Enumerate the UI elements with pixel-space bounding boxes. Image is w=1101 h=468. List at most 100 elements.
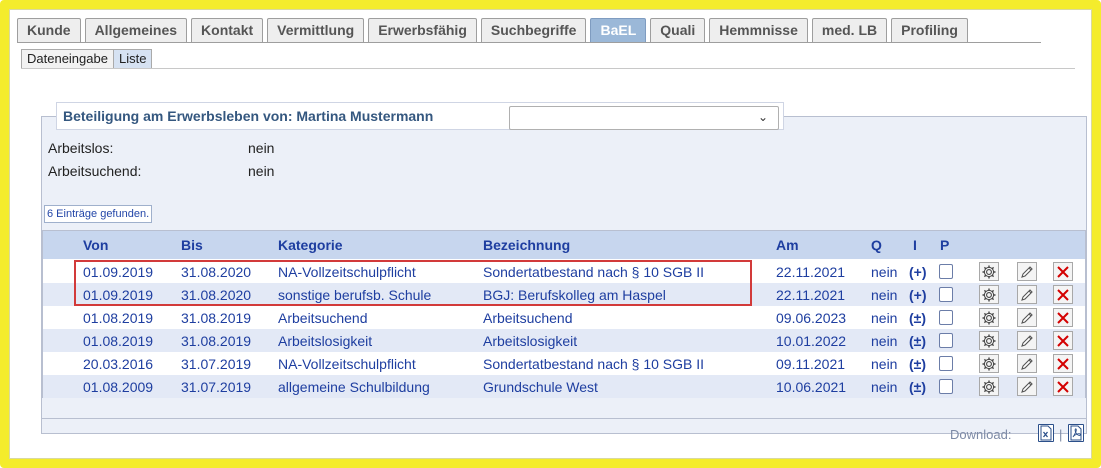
p-checkbox[interactable]: [939, 264, 953, 279]
cell-q: nein: [871, 310, 898, 326]
pencil-icon[interactable]: [1017, 377, 1037, 396]
cell-am: 22.11.2021: [776, 264, 846, 280]
download-label: Download:: [950, 427, 1011, 442]
tab-suchbegriffe[interactable]: Suchbegriffe: [480, 18, 587, 42]
col-am[interactable]: Am: [776, 237, 799, 253]
cell-von: 01.09.2019: [83, 264, 154, 280]
arbeitsuchend-label: Arbeitsuchend:: [48, 163, 142, 179]
cell-kategorie: sonstige berufsb. Schule: [278, 287, 432, 303]
col-bezeichnung[interactable]: Bezeichnung: [483, 237, 570, 253]
cell-i[interactable]: (+): [909, 264, 927, 280]
delete-icon[interactable]: [1053, 262, 1073, 281]
table-header: Von Bis Kategorie Bezeichnung Am Q I P: [43, 231, 1085, 259]
pencil-icon[interactable]: [1017, 331, 1037, 350]
cell-q: nein: [871, 379, 898, 395]
cell-bezeichnung: Arbeitslosigkeit: [483, 333, 578, 349]
cell-bis: 31.08.2019: [181, 310, 252, 326]
cell-am: 09.11.2021: [776, 356, 846, 372]
cell-i[interactable]: (±): [909, 356, 926, 372]
cell-kategorie: NA-Vollzeitschulpflicht: [278, 264, 416, 280]
col-i: I: [913, 237, 917, 253]
main-tabs: Kunde Allgemeines Kontakt Vermittlung Er…: [17, 18, 968, 42]
delete-icon[interactable]: [1053, 285, 1073, 304]
cell-bis: 31.08.2020: [181, 287, 252, 303]
subtabs-divider: [21, 68, 1075, 69]
panel-legend: Beteiligung am Erwerbsleben von: Martina…: [56, 102, 784, 130]
pencil-icon[interactable]: [1017, 285, 1037, 304]
cell-von: 01.08.2019: [83, 333, 154, 349]
pencil-icon[interactable]: [1017, 354, 1037, 373]
cell-i[interactable]: (+): [909, 287, 927, 303]
cell-am: 09.06.2023: [776, 310, 847, 326]
gear-icon[interactable]: [979, 331, 999, 350]
pencil-icon[interactable]: [1017, 262, 1037, 281]
excel-icon[interactable]: [1038, 424, 1054, 442]
delete-icon[interactable]: [1053, 354, 1073, 373]
footer-divider: [41, 418, 1087, 419]
cell-bis: 31.07.2019: [181, 356, 252, 372]
subtab-dateneingabe[interactable]: Dateneingabe: [21, 49, 114, 69]
cell-q: nein: [871, 264, 898, 280]
p-checkbox[interactable]: [939, 310, 953, 325]
cell-von: 01.09.2019: [83, 287, 154, 303]
cell-i[interactable]: (±): [909, 310, 926, 326]
cell-bis: 31.08.2020: [181, 264, 252, 280]
gear-icon[interactable]: [979, 377, 999, 396]
sub-tabs: Dateneingabe Liste: [21, 49, 153, 69]
table-row[interactable]: 01.08.2019 31.08.2019 Arbeitsuchend Arbeits…: [43, 306, 1085, 329]
tab-allgemeines[interactable]: Allgemeines: [84, 18, 188, 42]
results-count: 6 Einträge gefunden.: [44, 205, 153, 223]
cell-q: nein: [871, 333, 898, 349]
cell-bezeichnung: Grundschule West: [483, 379, 598, 395]
tab-kontakt[interactable]: Kontakt: [191, 18, 264, 42]
p-checkbox[interactable]: [939, 379, 953, 394]
arbeitslos-label: Arbeitslos:: [48, 140, 114, 156]
tab-erwerbsfaehig[interactable]: Erwerbsfähig: [368, 18, 477, 42]
p-checkbox[interactable]: [939, 287, 953, 302]
table-row[interactable]: 01.09.2019 31.08.2020 NA-Vollzeitschulpfli…: [43, 260, 1085, 283]
cell-bezeichnung: Arbeitsuchend: [483, 310, 573, 326]
chevron-down-icon: ⌄: [757, 110, 768, 124]
cell-i[interactable]: (±): [909, 379, 926, 395]
col-p: P: [940, 237, 950, 253]
cell-i[interactable]: (±): [909, 333, 926, 349]
cell-q: nein: [871, 287, 898, 303]
gear-icon[interactable]: [979, 285, 999, 304]
arbeitsuchend-value: nein: [248, 163, 275, 179]
panel-title: Beteiligung am Erwerbsleben von: Martina…: [63, 108, 434, 124]
delete-icon[interactable]: [1053, 308, 1073, 327]
tab-profiling[interactable]: Profiling: [891, 18, 968, 42]
col-bis[interactable]: Bis: [181, 237, 203, 253]
cell-am: 10.06.2021: [776, 379, 847, 395]
tab-vermittlung[interactable]: Vermittlung: [267, 18, 365, 42]
tab-med-lb[interactable]: med. LB: [811, 18, 888, 42]
table-row[interactable]: 20.03.2016 31.07.2019 NA-Vollzeitschulpfli…: [43, 352, 1085, 375]
tab-bael[interactable]: BaEL: [590, 18, 647, 42]
gear-icon[interactable]: [979, 354, 999, 373]
cell-bezeichnung: BGJ: Berufskolleg am Haspel: [483, 287, 666, 303]
p-checkbox[interactable]: [939, 356, 953, 371]
download-separator: |: [1059, 427, 1063, 442]
cell-kategorie: Arbeitslosigkeit: [278, 333, 373, 349]
gear-icon[interactable]: [979, 262, 999, 281]
table-row[interactable]: 01.08.2019 31.08.2019 Arbeitslosigkeit Arbe…: [43, 329, 1085, 352]
cell-kategorie: NA-Vollzeitschulpflicht: [278, 356, 416, 372]
pdf-icon[interactable]: [1068, 424, 1084, 442]
table-row[interactable]: 01.08.2009 31.07.2019 allgemeine Schulbild…: [43, 375, 1085, 398]
pencil-icon[interactable]: [1017, 308, 1037, 327]
col-q: Q: [871, 237, 882, 253]
table-row[interactable]: 01.09.2019 31.08.2020 sonstige berufsb. Sc…: [43, 283, 1085, 306]
subtab-liste[interactable]: Liste: [113, 49, 153, 69]
tab-kunde[interactable]: Kunde: [17, 18, 81, 42]
cell-am: 22.11.2021: [776, 287, 846, 303]
tab-hemmnisse[interactable]: Hemmnisse: [709, 18, 808, 42]
delete-icon[interactable]: [1053, 331, 1073, 350]
col-von[interactable]: Von: [83, 237, 108, 253]
col-kategorie[interactable]: Kategorie: [278, 237, 343, 253]
period-select[interactable]: ⌄: [509, 106, 779, 130]
tab-quali[interactable]: Quali: [650, 18, 706, 42]
cell-bis: 31.07.2019: [181, 379, 252, 395]
delete-icon[interactable]: [1053, 377, 1073, 396]
gear-icon[interactable]: [979, 308, 999, 327]
p-checkbox[interactable]: [939, 333, 953, 348]
